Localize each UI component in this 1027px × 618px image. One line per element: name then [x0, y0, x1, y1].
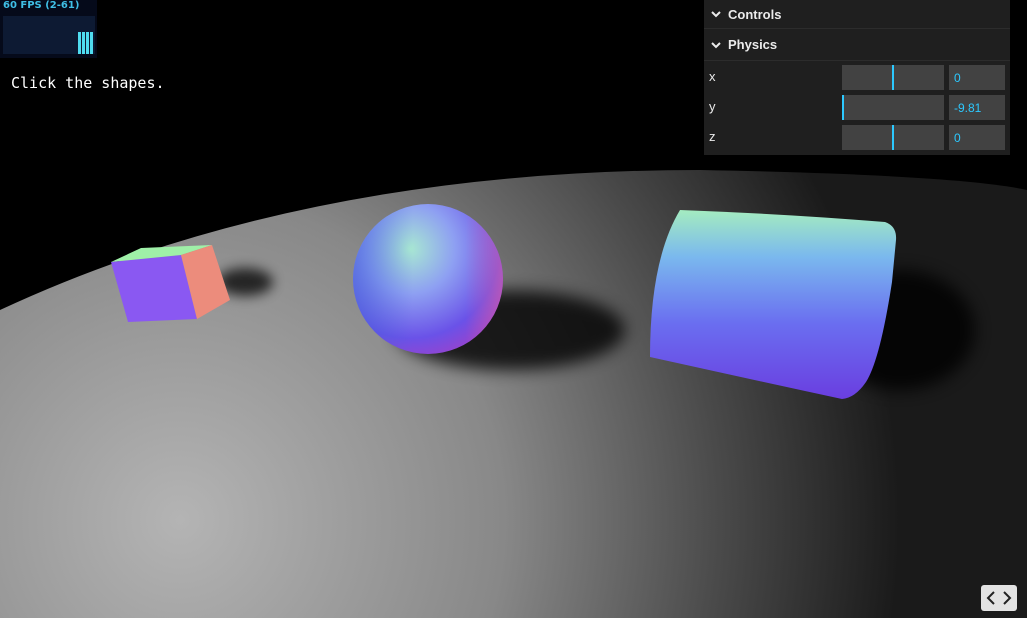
slider-thumb[interactable]	[842, 95, 844, 120]
fps-graph-bar	[78, 32, 81, 54]
chevron-down-icon	[711, 41, 721, 48]
physics-folder-header[interactable]: Physics	[704, 29, 1010, 61]
gravity-x-slider[interactable]	[842, 65, 944, 90]
code-icon	[986, 591, 1012, 605]
view-source-button[interactable]	[981, 585, 1017, 611]
gravity-z-input[interactable]: 0	[949, 125, 1005, 150]
fps-graph	[3, 16, 95, 54]
slider-thumb[interactable]	[892, 125, 894, 150]
fps-graph-bar	[86, 32, 89, 54]
controls-folder-header[interactable]: Controls	[704, 0, 1010, 29]
slider-thumb[interactable]	[892, 65, 894, 90]
instruction-text: Click the shapes.	[11, 74, 165, 92]
controls-panel: Controls Physics x 0 y -9.81 z 0	[704, 0, 1010, 155]
gravity-y-slider[interactable]	[842, 95, 944, 120]
chevron-down-icon	[711, 11, 721, 18]
fps-graph-bar	[90, 32, 93, 54]
gravity-z-label: z	[709, 128, 716, 144]
gravity-x-input[interactable]: 0	[949, 65, 1005, 90]
physics-title: Physics	[728, 37, 778, 52]
gravity-y-input[interactable]: -9.81	[949, 95, 1005, 120]
gravity-z-row: z 0	[704, 121, 1010, 151]
gravity-controls: x 0 y -9.81 z 0	[704, 61, 1010, 155]
fps-readout: 60 FPS (2-61)	[3, 0, 80, 11]
gravity-y-label: y	[709, 98, 716, 114]
gravity-x-row: x 0	[704, 61, 1010, 91]
sphere-shape[interactable]	[353, 204, 503, 354]
fps-stats-panel[interactable]: 60 FPS (2-61)	[0, 0, 97, 58]
gravity-z-slider[interactable]	[842, 125, 944, 150]
gravity-x-label: x	[709, 68, 716, 84]
fps-graph-bar	[82, 32, 85, 54]
gravity-y-row: y -9.81	[704, 91, 1010, 121]
controls-title: Controls	[728, 6, 782, 22]
